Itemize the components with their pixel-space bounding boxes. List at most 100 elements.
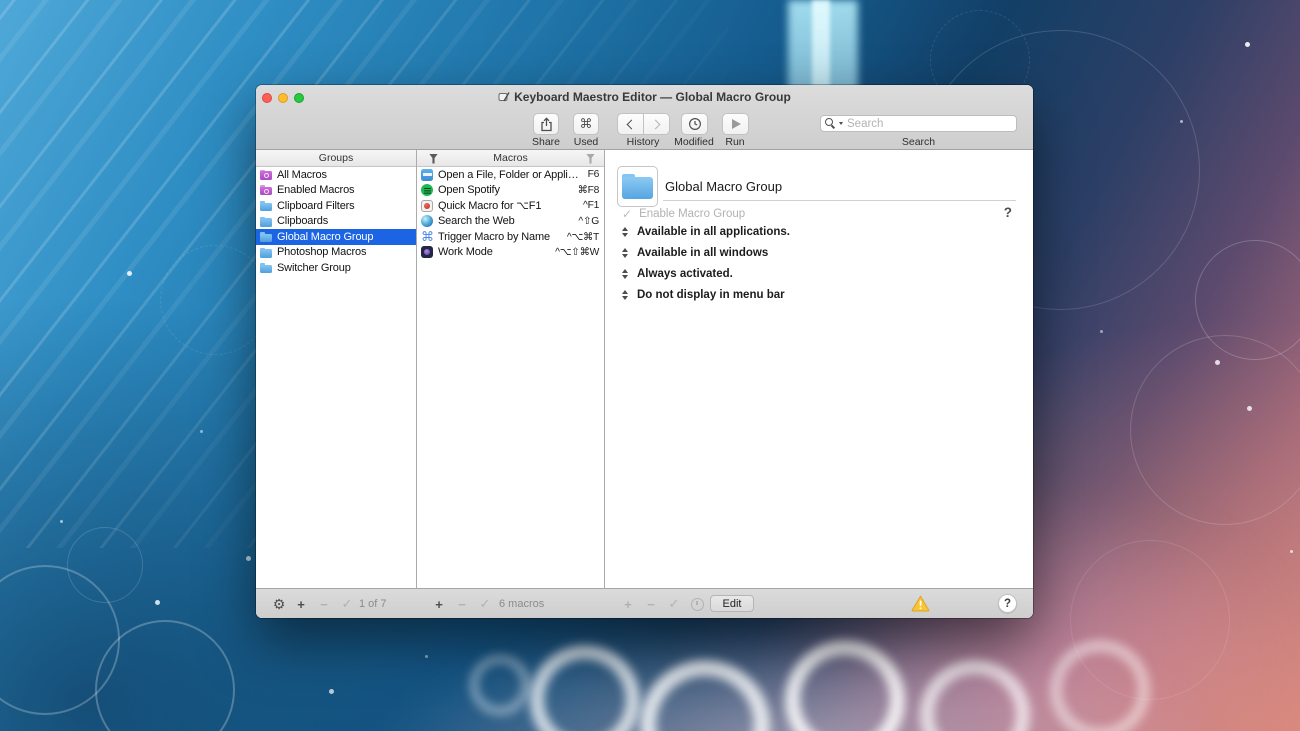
- status-bar: 1 of 7 6 macros Edit ?: [256, 588, 1033, 618]
- macro-row[interactable]: Quick Macro for ⌥F1 ^F1: [417, 198, 604, 214]
- shortcut-label: ^F1: [583, 200, 599, 211]
- search-input[interactable]: [847, 118, 1012, 130]
- share-button[interactable]: [533, 113, 559, 135]
- remove-macro-button[interactable]: [454, 596, 470, 612]
- macros-header-label: Macros: [493, 152, 527, 164]
- group-row[interactable]: Enabled Macros: [256, 183, 416, 199]
- toggle-group-button[interactable]: [339, 596, 355, 612]
- warning-icon[interactable]: [911, 595, 930, 612]
- add-group-button[interactable]: [293, 596, 309, 612]
- groups-pane: Groups All Macros Enabled Macros Clipboa…: [256, 150, 417, 588]
- toggle-action-button[interactable]: [666, 596, 682, 612]
- filter-funnel-icon[interactable]: [429, 154, 438, 164]
- chevron-right-icon: [651, 119, 661, 129]
- toggle-macro-button[interactable]: [477, 596, 493, 612]
- macros-count: 6 macros: [499, 598, 544, 610]
- chevron-left-icon: [627, 119, 637, 129]
- window-chrome: Keyboard Maestro Editor — Global Macro G…: [256, 85, 1033, 150]
- macros-column-header: Macros: [417, 150, 604, 167]
- command-icon: [580, 115, 593, 133]
- run-button[interactable]: [722, 113, 749, 135]
- record-clock-button[interactable]: [689, 596, 705, 612]
- add-macro-button[interactable]: [431, 596, 447, 612]
- wallpaper-chain-ring: [470, 655, 530, 715]
- app-icon: [498, 91, 510, 103]
- share-icon: [540, 117, 553, 132]
- search-field[interactable]: [820, 115, 1017, 132]
- stepper-icon: [621, 227, 629, 238]
- content-panes: Groups All Macros Enabled Macros Clipboa…: [256, 150, 1033, 588]
- macro-row[interactable]: Open Spotify ⌘F8: [417, 183, 604, 199]
- folder-icon: [260, 231, 272, 243]
- folder-icon: [260, 200, 272, 212]
- clock-icon: [688, 117, 702, 131]
- run-label: Run: [707, 136, 763, 148]
- macro-row[interactable]: Search the Web ^⇧G: [417, 214, 604, 230]
- group-row[interactable]: Photoshop Macros: [256, 245, 416, 261]
- availability-option[interactable]: Available in all applications.: [621, 222, 790, 243]
- group-row-selected[interactable]: Global Macro Group: [256, 229, 416, 245]
- globe-icon: [421, 215, 433, 227]
- wallpaper-circle: [160, 245, 270, 355]
- groups-header-label: Groups: [319, 152, 353, 164]
- group-row[interactable]: Switcher Group: [256, 260, 416, 276]
- remove-group-button[interactable]: [316, 596, 332, 612]
- group-row[interactable]: Clipboards: [256, 214, 416, 230]
- detail-pane: Enable Macro Group ? Available in all ap…: [605, 150, 1033, 588]
- shortcut-label: ^⌥⌘T: [567, 231, 599, 243]
- folder-icon: [260, 262, 272, 274]
- enable-macro-group-checkbox[interactable]: Enable Macro Group: [622, 207, 745, 221]
- filter-funnel-outline-icon[interactable]: [586, 154, 595, 164]
- menu-bar-option[interactable]: Do not display in menu bar: [621, 285, 790, 306]
- history-back-button[interactable]: [617, 113, 644, 135]
- group-icon-well[interactable]: [617, 166, 658, 207]
- groups-column-header: Groups: [256, 150, 416, 167]
- stepper-icon: [621, 269, 629, 280]
- activation-option[interactable]: Always activated.: [621, 264, 790, 285]
- window-title: Keyboard Maestro Editor — Global Macro G…: [514, 90, 791, 104]
- search-icon: [825, 118, 836, 129]
- macro-row[interactable]: Open a File, Folder or Application F6: [417, 167, 604, 183]
- titlebar[interactable]: Keyboard Maestro Editor — Global Macro G…: [256, 85, 1033, 107]
- window-availability-option[interactable]: Available in all windows: [621, 243, 790, 264]
- macro-row[interactable]: Work Mode ^⌥⇧⌘W: [417, 245, 604, 261]
- checkmark-icon: [622, 207, 632, 221]
- record-icon: [421, 200, 433, 212]
- play-icon: [732, 119, 741, 129]
- stepper-icon: [621, 290, 629, 301]
- spotify-icon: [421, 184, 433, 196]
- folder-icon: [260, 216, 272, 228]
- modified-button[interactable]: [681, 113, 708, 135]
- history-forward-button[interactable]: [643, 113, 670, 135]
- group-name-field[interactable]: [663, 179, 1016, 201]
- keyboard-maestro-window: Keyboard Maestro Editor — Global Macro G…: [256, 85, 1033, 618]
- stepper-icon: [621, 248, 629, 259]
- search-options-chevron-icon[interactable]: [839, 122, 843, 125]
- used-label: Used: [558, 136, 614, 148]
- smart-group-icon: [260, 184, 272, 196]
- help-button[interactable]: ?: [998, 594, 1017, 613]
- macro-row[interactable]: Trigger Macro by Name ^⌥⌘T: [417, 229, 604, 245]
- groups-count: 1 of 7: [359, 598, 387, 610]
- add-action-button[interactable]: [620, 596, 636, 612]
- open-file-icon: [421, 169, 433, 181]
- group-row[interactable]: All Macros: [256, 167, 416, 183]
- group-row[interactable]: Clipboard Filters: [256, 198, 416, 214]
- shortcut-label: ^⇧G: [578, 215, 599, 227]
- history-label: History: [615, 136, 671, 148]
- shortcut-label: ⌘F8: [578, 184, 599, 196]
- smart-group-icon: [260, 169, 272, 181]
- remove-action-button[interactable]: [643, 596, 659, 612]
- macros-pane: Macros Open a File, Folder or Applicatio…: [417, 150, 605, 588]
- detail-help-button[interactable]: ?: [1004, 205, 1012, 220]
- wallpaper-chain-ring: [1050, 640, 1150, 731]
- settings-gear-button[interactable]: [271, 596, 287, 612]
- edit-button[interactable]: Edit: [710, 595, 754, 612]
- work-mode-icon: [421, 246, 433, 258]
- search-label: Search: [820, 136, 1017, 148]
- used-button[interactable]: [573, 113, 599, 135]
- command-icon: [421, 231, 433, 243]
- folder-icon: [260, 247, 272, 259]
- enable-macro-group-label: Enable Macro Group: [639, 208, 745, 220]
- shortcut-label: ^⌥⇧⌘W: [555, 246, 599, 258]
